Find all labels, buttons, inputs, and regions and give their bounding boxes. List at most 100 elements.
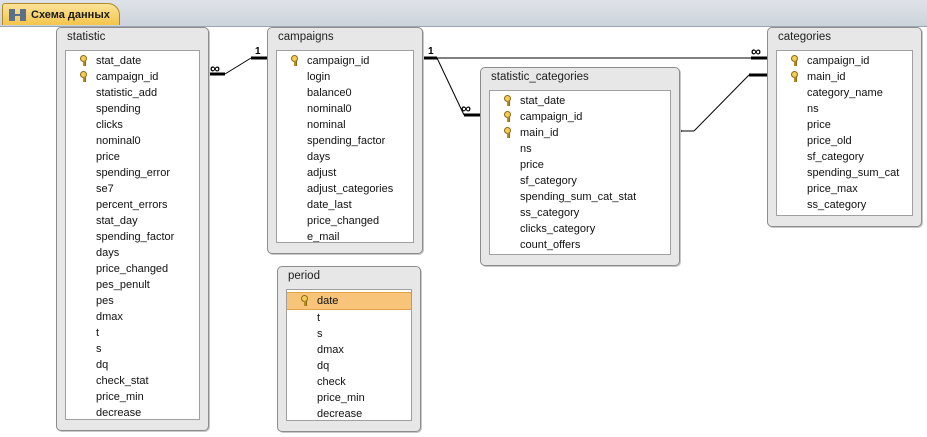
field-name: ss_category — [520, 207, 580, 219]
field-row[interactable]: decrease — [66, 405, 199, 419]
table-campaigns[interactable]: campaigns campaign_id login balance0 nomina… — [267, 27, 423, 254]
field-name: sf_category — [807, 151, 864, 163]
field-row[interactable]: percent_errors — [66, 197, 199, 213]
field-name: pes — [96, 295, 114, 307]
field-row[interactable]: check_stat — [66, 373, 199, 389]
field-name: price_old — [807, 135, 852, 147]
field-row[interactable]: decrease — [287, 406, 411, 420]
field-row-primary-key[interactable]: campaign_id — [277, 53, 413, 69]
field-name: s — [96, 343, 102, 355]
field-row[interactable]: statistic_add — [66, 85, 199, 101]
field-row[interactable]: days — [277, 149, 413, 165]
field-list[interactable]: campaign_id login balance0 nominal0 nominal s… — [276, 50, 414, 243]
field-name: dq — [96, 359, 109, 371]
field-row[interactable]: dq — [66, 357, 199, 373]
field-row[interactable]: dmax — [66, 309, 199, 325]
field-row[interactable]: dmax — [287, 342, 411, 358]
field-row-primary-key[interactable]: campaign_id — [777, 53, 912, 69]
field-row[interactable]: price — [777, 117, 912, 133]
field-row[interactable]: price_changed — [277, 213, 413, 229]
field-row[interactable]: s — [287, 326, 411, 342]
field-row[interactable]: date_last — [277, 197, 413, 213]
field-row[interactable]: adjust_categories — [277, 181, 413, 197]
field-row[interactable]: t — [66, 325, 199, 341]
field-row[interactable]: se7 — [66, 181, 199, 197]
primary-key-icon — [791, 71, 798, 82]
field-name: campaign_id — [520, 111, 583, 123]
field-row-primary-key[interactable]: date — [287, 292, 411, 310]
table-period[interactable]: period date t s dmax dq check price_min decreas… — [277, 266, 421, 432]
field-row[interactable]: category_name — [777, 85, 912, 101]
field-row[interactable]: check — [287, 374, 411, 390]
field-list[interactable]: date t s dmax dq check price_min decrease — [286, 289, 412, 421]
field-row-primary-key[interactable]: stat_date — [66, 53, 199, 69]
table-categories[interactable]: categories campaign_id main_id category_na… — [767, 27, 922, 227]
field-list[interactable]: stat_date campaign_id main_idns price sf_cat… — [489, 90, 671, 255]
table-statistic[interactable]: statistic stat_date campaign_id statistic_… — [56, 27, 209, 431]
field-row[interactable]: dq — [287, 358, 411, 374]
primary-key-icon — [791, 55, 798, 66]
table-title[interactable]: period — [278, 267, 420, 285]
field-row-primary-key[interactable]: campaign_id — [66, 69, 199, 85]
field-row[interactable]: price — [490, 157, 670, 173]
field-row[interactable]: clicks — [66, 117, 199, 133]
field-row[interactable]: price_old — [777, 133, 912, 149]
field-name: dq — [317, 360, 330, 372]
field-row[interactable]: spending_sum_cat_stat — [490, 189, 670, 205]
field-row-primary-key[interactable]: main_id — [490, 125, 670, 141]
field-list[interactable]: campaign_id main_id category_name ns price pr… — [776, 50, 913, 216]
tab-relationships[interactable]: Схема данных — [2, 3, 120, 25]
field-list[interactable]: stat_date campaign_id statistic_addspendin… — [65, 50, 200, 420]
relationships-icon — [9, 8, 27, 22]
table-statistic-categories[interactable]: statistic_categories stat_date campaign_i… — [480, 67, 680, 266]
field-row[interactable]: adjust — [277, 165, 413, 181]
document-tab-bar: Схема данных — [0, 0, 927, 27]
field-row[interactable]: nominal0 — [277, 101, 413, 117]
table-title[interactable]: statistic_categories — [481, 68, 679, 86]
field-row[interactable]: price_max — [777, 181, 912, 197]
table-title[interactable]: statistic — [57, 28, 208, 46]
field-row[interactable]: ss_category — [490, 205, 670, 221]
field-row[interactable]: sf_category — [490, 173, 670, 189]
field-name: decrease — [96, 407, 142, 419]
field-row[interactable]: ns — [777, 101, 912, 117]
field-row[interactable]: nominal0 — [66, 133, 199, 149]
field-name: spending — [96, 103, 141, 115]
field-row[interactable]: spending_factor — [66, 229, 199, 245]
field-row[interactable]: pes_penult — [66, 277, 199, 293]
field-row[interactable]: price_min — [66, 389, 199, 405]
relationships-canvas[interactable]: ∞ 1 1 ∞ ∞ statistic stat_date campaign_id… — [0, 27, 927, 437]
field-name: main_id — [520, 127, 559, 139]
field-row[interactable]: t — [287, 310, 411, 326]
field-row-primary-key[interactable]: stat_date — [490, 93, 670, 109]
field-row[interactable]: days — [66, 245, 199, 261]
field-name: adjust_categories — [307, 183, 394, 195]
field-row[interactable]: nominal — [277, 117, 413, 133]
field-row[interactable]: spending_error — [66, 165, 199, 181]
field-row-primary-key[interactable]: main_id — [777, 69, 912, 85]
field-row[interactable]: balance0 — [277, 85, 413, 101]
table-title[interactable]: campaigns — [268, 28, 422, 46]
field-row-primary-key[interactable]: campaign_id — [490, 109, 670, 125]
field-row[interactable]: ss_category — [777, 197, 912, 213]
field-row[interactable]: price_min — [287, 390, 411, 406]
field-name: price_changed — [307, 215, 380, 227]
field-row[interactable]: count_offers — [490, 237, 670, 253]
field-row[interactable]: spending_factor — [277, 133, 413, 149]
field-name: ns — [520, 143, 532, 155]
primary-key-icon — [291, 55, 298, 66]
field-row[interactable]: e_mail — [277, 229, 413, 242]
field-row[interactable]: ns — [490, 141, 670, 157]
table-title[interactable]: categories — [768, 28, 921, 46]
field-row[interactable]: clicks_category — [490, 221, 670, 237]
field-row[interactable]: stat_day — [66, 213, 199, 229]
field-row[interactable]: s — [66, 341, 199, 357]
field-row[interactable]: pes — [66, 293, 199, 309]
field-row[interactable]: spending — [66, 101, 199, 117]
field-row[interactable]: price_changed — [66, 261, 199, 277]
field-name: spending_sum_cat — [807, 167, 900, 179]
field-row[interactable]: spending_sum_cat — [777, 165, 912, 181]
field-row[interactable]: price — [66, 149, 199, 165]
field-row[interactable]: sf_category — [777, 149, 912, 165]
field-row[interactable]: login — [277, 69, 413, 85]
